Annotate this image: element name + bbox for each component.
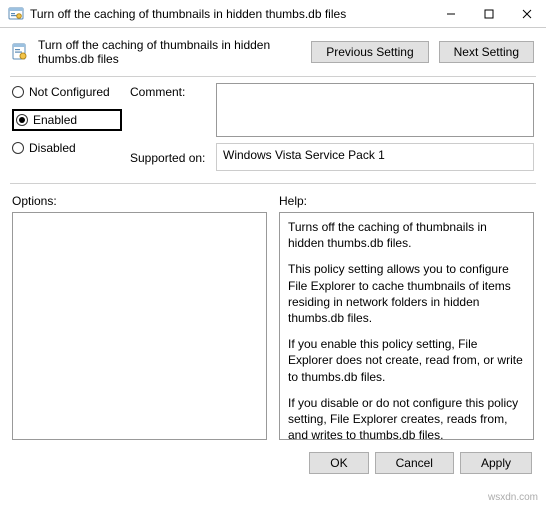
radio-enabled-highlight: Enabled: [12, 109, 122, 131]
window-title: Turn off the caching of thumbnails in hi…: [30, 7, 432, 21]
comment-textarea[interactable]: [216, 83, 534, 137]
radio-circle-icon: [12, 142, 24, 154]
config-section: Not Configured Enabled Disabled Comment:…: [0, 83, 546, 181]
supported-row: Supported on: Windows Vista Service Pack…: [130, 143, 534, 171]
maximize-button[interactable]: [470, 0, 508, 28]
close-button[interactable]: [508, 0, 546, 28]
help-label: Help:: [279, 194, 534, 212]
radio-label: Disabled: [29, 141, 76, 155]
radio-not-configured[interactable]: Not Configured: [12, 85, 122, 99]
divider: [10, 76, 536, 77]
comment-row: Comment:: [130, 83, 534, 137]
dialog-button-row: OK Cancel Apply: [0, 444, 546, 482]
divider: [10, 183, 536, 184]
info-column: Comment: Supported on: Windows Vista Ser…: [130, 83, 534, 171]
supported-label: Supported on:: [130, 149, 210, 165]
next-setting-button[interactable]: Next Setting: [439, 41, 534, 63]
radio-label: Not Configured: [29, 85, 110, 99]
window-titlebar: Turn off the caching of thumbnails in hi…: [0, 0, 546, 28]
help-paragraph: Turns off the caching of thumbnails in h…: [288, 219, 525, 251]
radio-circle-checked-icon: [16, 114, 28, 126]
options-panel: [12, 212, 267, 440]
supported-on-field: Windows Vista Service Pack 1: [216, 143, 534, 171]
previous-setting-button[interactable]: Previous Setting: [311, 41, 428, 63]
policy-header: Turn off the caching of thumbnails in hi…: [0, 28, 546, 74]
policy-header-icon: [12, 43, 28, 61]
radio-disabled[interactable]: Disabled: [12, 141, 122, 155]
apply-button[interactable]: Apply: [460, 452, 532, 474]
options-label: Options:: [12, 194, 267, 212]
ok-button[interactable]: OK: [309, 452, 368, 474]
radio-label: Enabled: [33, 113, 77, 127]
help-paragraph: If you disable or do not configure this …: [288, 395, 525, 440]
help-paragraph: This policy setting allows you to config…: [288, 261, 525, 326]
help-column: Help: Turns off the caching of thumbnail…: [279, 194, 534, 440]
comment-label: Comment:: [130, 83, 210, 99]
policy-icon: [8, 6, 24, 22]
radio-column: Not Configured Enabled Disabled: [12, 83, 122, 171]
minimize-button[interactable]: [432, 0, 470, 28]
radio-enabled[interactable]: Enabled: [16, 113, 77, 127]
watermark: wsxdn.com: [488, 492, 538, 503]
help-paragraph: If you enable this policy setting, File …: [288, 336, 525, 385]
supported-on-value: Windows Vista Service Pack 1: [223, 148, 385, 162]
lower-section: Options: Help: Turns off the caching of …: [0, 190, 546, 444]
options-column: Options:: [12, 194, 267, 440]
policy-title: Turn off the caching of thumbnails in hi…: [38, 38, 301, 66]
radio-circle-icon: [12, 86, 24, 98]
help-panel: Turns off the caching of thumbnails in h…: [279, 212, 534, 440]
cancel-button[interactable]: Cancel: [375, 452, 454, 474]
